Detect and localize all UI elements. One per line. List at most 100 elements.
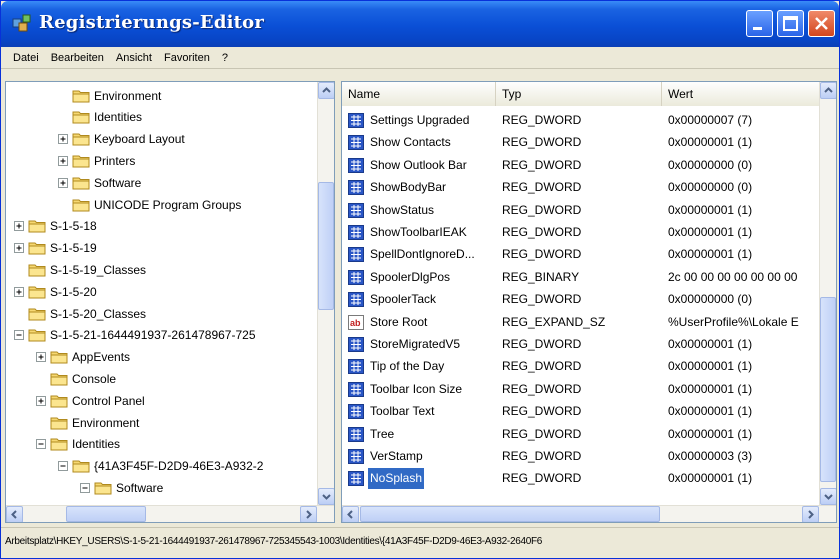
scroll-thumb[interactable] (820, 297, 836, 482)
menu-item-ansicht[interactable]: Ansicht (110, 52, 158, 64)
tree-node[interactable]: Identities (36, 434, 120, 455)
list-horizontal-scrollbar[interactable] (342, 505, 836, 522)
menu-item-favoriten[interactable]: Favoriten (158, 52, 216, 64)
scroll-right-button[interactable] (300, 506, 317, 522)
tree-node[interactable]: UNICODE Program Groups (58, 194, 241, 215)
tree-node[interactable]: Identities (58, 107, 142, 128)
list-row[interactable]: ShowBodyBar REG_DWORD 0x00000000 (0) (342, 177, 820, 198)
close-button[interactable] (808, 10, 835, 37)
menu-item-help[interactable]: ? (216, 52, 234, 64)
value-type: REG_DWORD (502, 113, 582, 127)
string-icon: ab (348, 314, 364, 330)
list-row[interactable]: NoSplash REG_DWORD 0x00000001 (1) (342, 468, 820, 490)
scroll-up-button[interactable] (318, 82, 334, 99)
tree-node[interactable]: S-1-5-19 (14, 238, 97, 259)
tree-vertical-scrollbar[interactable] (317, 82, 334, 505)
binary-icon (348, 269, 364, 285)
value-data: 0x00000000 (0) (668, 292, 753, 307)
tree-node-label: Software (116, 480, 164, 495)
chevron-down-icon (322, 494, 331, 500)
tree-node[interactable]: Environment (36, 412, 139, 433)
tree-node[interactable]: S-1-5-20 (14, 281, 97, 302)
tree-horizontal-scrollbar[interactable] (6, 505, 334, 522)
dword-icon (348, 202, 364, 218)
list-row[interactable]: SpoolerTack REG_DWORD 0x00000000 (0) (342, 289, 820, 310)
list-row[interactable]: Toolbar Icon Size REG_DWORD 0x00000001 (1) (342, 379, 820, 400)
scroll-left-button[interactable] (342, 506, 359, 522)
scroll-left-button[interactable] (6, 506, 23, 522)
expand-icon[interactable] (14, 286, 24, 297)
value-type: REG_DWORD (502, 157, 582, 172)
tree-node[interactable]: Keyboard Layout (58, 129, 185, 150)
menu-item-bearbeiten[interactable]: Bearbeiten (45, 52, 110, 64)
scroll-thumb-horizontal[interactable] (360, 506, 660, 522)
list-row[interactable]: StoreMigratedV5 REG_DWORD 0x00000001 (1) (342, 334, 820, 355)
list-row[interactable]: Show Outlook Bar REG_DWORD 0x00000000 (0) (342, 155, 820, 176)
list-row[interactable]: VerStamp REG_DWORD 0x00000003 (3) (342, 446, 820, 467)
plus-icon (60, 158, 66, 164)
value-type: REG_EXPAND_SZ (502, 314, 606, 329)
list-row[interactable]: ShowStatus REG_DWORD 0x00000001 (1) (342, 200, 820, 221)
tree-node[interactable]: S-1-5-20_Classes (14, 303, 146, 324)
menu-item-datei[interactable]: Datei (7, 52, 45, 64)
tree-node[interactable]: Console (36, 368, 116, 389)
chevron-left-icon (347, 510, 353, 519)
scroll-thumb-horizontal[interactable] (66, 506, 146, 522)
value-name: NoSplash (368, 468, 425, 490)
scroll-up-button[interactable] (820, 82, 836, 99)
list-row[interactable]: SpoolerDlgPos REG_BINARY 2c 00 00 00 00 00… (342, 267, 820, 288)
folder-icon (28, 308, 46, 320)
expand-icon[interactable] (14, 243, 24, 254)
tree-node[interactable]: S-1-5-18 (14, 216, 97, 237)
column-header-value[interactable]: Wert (662, 82, 820, 106)
value-name: ShowToolbarIEAK (370, 225, 467, 239)
scroll-right-button[interactable] (802, 506, 819, 522)
folder-icon (50, 395, 68, 408)
expand-icon[interactable] (58, 155, 68, 166)
expand-icon[interactable] (14, 221, 24, 232)
list-row[interactable]: Show Contacts REG_DWORD 0x00000001 (1) (342, 132, 820, 153)
scroll-thumb[interactable] (318, 182, 334, 310)
folder-icon (50, 351, 68, 364)
expand-icon[interactable] (58, 134, 68, 145)
collapse-icon[interactable] (14, 330, 24, 341)
column-header-type[interactable]: Typ (496, 82, 662, 106)
expand-icon[interactable] (36, 352, 46, 363)
tree-node[interactable]: {41A3F45F-D2D9-46E3-A932-2 (58, 456, 263, 477)
list-row[interactable]: SpellDontIgnoreD... REG_DWORD 0x00000001 (… (342, 244, 820, 265)
expand-icon[interactable] (36, 395, 46, 406)
tree-node[interactable]: AppEvents (36, 347, 130, 368)
value-type: REG_DWORD (502, 449, 582, 463)
value-list-pane[interactable]: Name Typ Wert Settings Upgraded REG_DWORD… (341, 81, 837, 523)
scroll-down-button[interactable] (318, 488, 334, 505)
list-row[interactable]: ShowToolbarIEAK REG_DWORD 0x00000001 (1) (342, 222, 820, 243)
list-row[interactable]: Tip of the Day REG_DWORD 0x00000001 (1) (342, 356, 820, 377)
title-bar[interactable]: Registrierungs-Editor (1, 1, 839, 47)
scroll-down-button[interactable] (820, 488, 836, 505)
column-header-name[interactable]: Name (342, 82, 496, 106)
tree-node[interactable]: Environment (58, 85, 161, 106)
minimize-button[interactable] (746, 10, 773, 37)
collapse-icon[interactable] (80, 482, 90, 493)
tree-node[interactable]: S-1-5-21-1644491937-261478967-725 (14, 325, 256, 346)
list-vertical-scrollbar[interactable] (819, 82, 836, 505)
tree-node[interactable]: Software (80, 477, 163, 498)
value-name: Toolbar Icon Size (370, 381, 463, 396)
dword-icon (348, 426, 364, 442)
expand-icon[interactable] (58, 177, 68, 188)
tree-node[interactable]: Software (58, 172, 141, 193)
value-data: 0x00000003 (3) (668, 449, 753, 463)
value-name: Show Outlook Bar (370, 157, 467, 172)
tree-node[interactable]: Control Panel (36, 390, 145, 411)
tree-node[interactable]: Printers (58, 150, 135, 171)
list-row[interactable]: Toolbar Text REG_DWORD 0x00000001 (1) (342, 401, 820, 422)
key-tree-pane[interactable]: Environment Identities Keyboard Layout Prin… (5, 81, 335, 523)
list-row[interactable]: Tree REG_DWORD 0x00000001 (1) (342, 424, 820, 445)
collapse-icon[interactable] (58, 461, 68, 472)
plus-icon (16, 289, 22, 295)
maximize-button[interactable] (777, 10, 804, 37)
tree-node[interactable]: S-1-5-19_Classes (14, 259, 146, 280)
list-row[interactable]: Settings Upgraded REG_DWORD 0x00000007 (7) (342, 110, 820, 131)
list-row[interactable]: ab Store Root REG_EXPAND_SZ %UserProfile%\L… (342, 312, 820, 333)
collapse-icon[interactable] (36, 439, 46, 450)
